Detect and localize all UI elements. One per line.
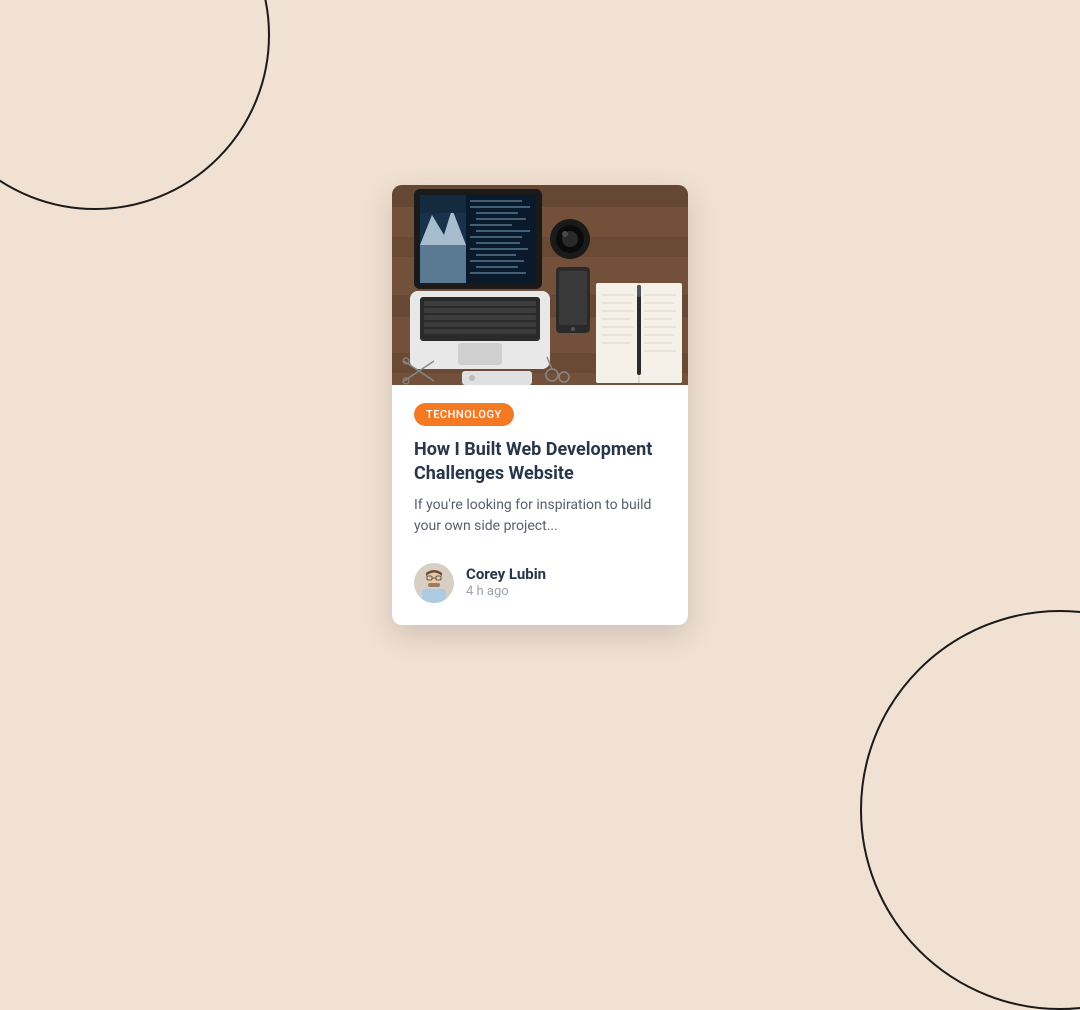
author-block[interactable]: Corey Lubin 4 h ago [414,563,666,603]
article-card[interactable]: TECHNOLOGY How I Built Web Development C… [392,185,688,625]
decorative-circle-top-left [0,0,270,210]
article-title: How I Built Web Development Challenges W… [414,438,666,485]
article-description: If you're looking for inspiration to bui… [414,495,666,537]
publish-time: 4 h ago [466,584,546,601]
author-name: Corey Lubin [466,565,546,585]
author-avatar [414,563,454,603]
decorative-circle-bottom-right [860,610,1080,1010]
card-body: TECHNOLOGY How I Built Web Development C… [392,385,688,625]
category-tag[interactable]: TECHNOLOGY [414,403,514,426]
article-hero-image [392,185,688,385]
